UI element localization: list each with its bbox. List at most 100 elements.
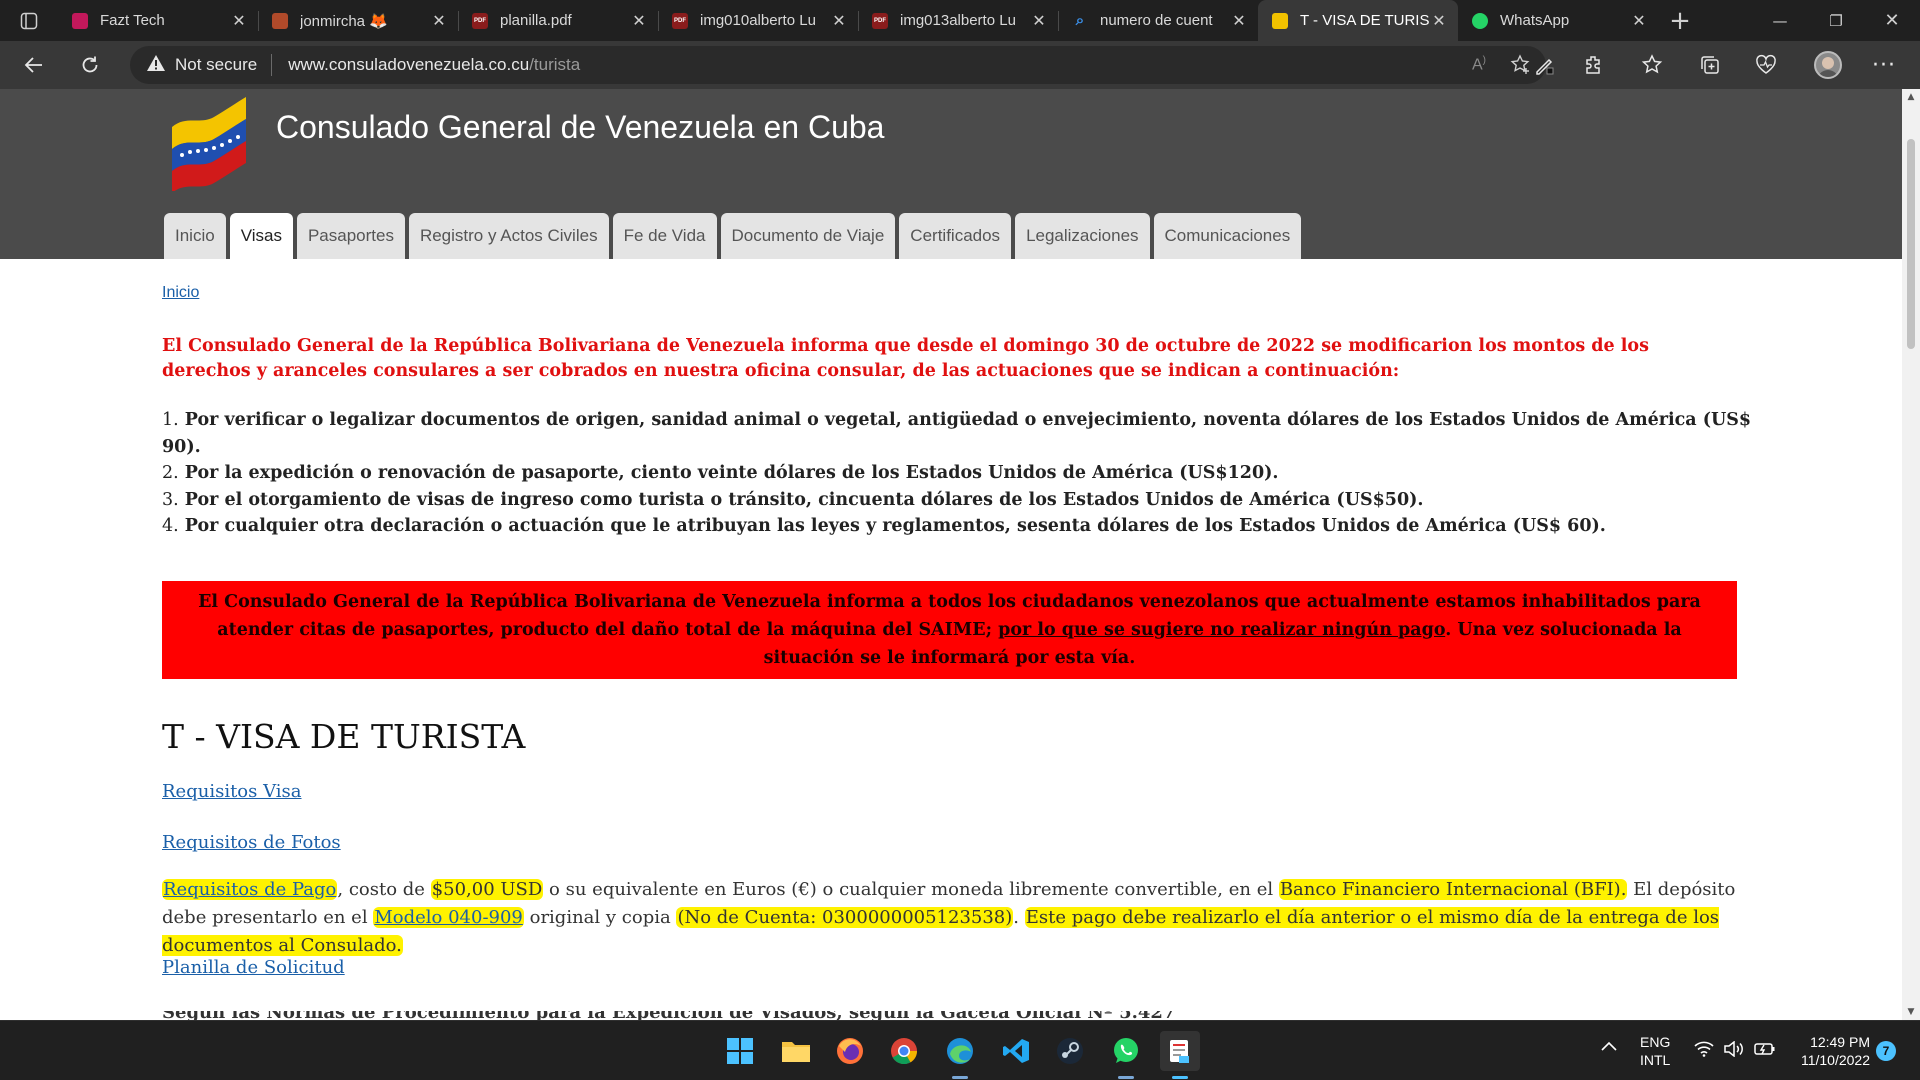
new-tab-button[interactable]: + [1658,0,1702,41]
collections-icon[interactable] [1692,47,1728,83]
refresh-icon[interactable] [72,47,108,83]
url-path: /turista [529,55,581,74]
url-text[interactable]: www.consuladovenezuela.co.cu/turista [288,55,580,75]
profile-avatar[interactable] [1810,47,1846,83]
close-tab-icon[interactable]: ✕ [430,11,448,31]
whatsapp-taskbar-icon[interactable] [1106,1031,1146,1079]
nav-tab[interactable]: Registro y Actos Civiles [408,213,609,259]
tab-title: jonmircha 🦊 [300,12,388,30]
fee-number: 4. [162,516,179,536]
browser-tab[interactable]: Fazt Tech ✕ [58,0,258,41]
scrollbar-thumb[interactable] [1907,139,1915,349]
fee-text: Por el otorgamiento de visas de ingreso … [184,489,1424,510]
extensions-icon[interactable] [1576,47,1612,83]
url-domain: www.consuladovenezuela.co.cu [288,55,530,74]
pen-extension-icon[interactable] [1526,47,1562,83]
close-tab-icon[interactable]: ✕ [230,11,248,31]
browser-essentials-icon[interactable] [1748,47,1784,83]
fee-number: 1. [162,410,179,430]
browser-tab[interactable]: ⌕ numero de cuent ✕ [1058,0,1258,41]
tab-actions-icon[interactable] [0,0,58,41]
chrome-icon[interactable] [884,1031,924,1071]
favorites-icon[interactable] [1634,47,1670,83]
tab-title: WhatsApp [1500,12,1570,29]
nav-tab[interactable]: Fe de Vida [612,213,717,259]
nav-tab[interactable]: Inicio [164,213,226,259]
venezuela-flag-logo [166,95,250,193]
close-tab-icon[interactable]: ✕ [1430,11,1448,31]
bank-name: Banco Financiero Internacional (BFI). [1278,879,1628,900]
start-icon[interactable] [720,1031,760,1071]
planilla-solicitud-link[interactable]: Planilla de Solicitud [162,957,345,978]
edge-icon[interactable] [940,1031,980,1079]
tab-title: img013alberto Lu [900,12,1016,29]
main-navigation: Inicio Visas Pasaportes Registro y Actos Ci… [164,213,1305,259]
scroll-up-icon[interactable]: ▲ [1902,92,1920,102]
clock[interactable]: 12:49 PM 11/10/2022 [1790,1033,1870,1069]
language-indicator[interactable]: ENG INTL [1640,1033,1670,1069]
close-tab-icon[interactable]: ✕ [1630,11,1648,31]
back-icon[interactable] [16,47,52,83]
nav-tab[interactable]: Comunicaciones [1153,213,1302,259]
scroll-down-icon[interactable]: ▼ [1902,1007,1920,1017]
close-tab-icon[interactable]: ✕ [630,11,648,31]
close-tab-icon[interactable]: ✕ [1230,11,1248,31]
jonmircha-icon [272,12,288,29]
nav-tab[interactable]: Certificados [899,213,1012,259]
close-tab-icon[interactable]: ✕ [1030,11,1048,31]
read-aloud-icon[interactable]: A) [1472,55,1486,74]
nav-tab[interactable]: Pasaportes [296,213,405,259]
security-indicator[interactable]: Not secure [146,54,257,77]
address-bar[interactable]: Not secure www.consuladovenezuela.co.cu/… [130,46,1546,84]
fee-text: Por cualquier otra declaración o actuaci… [184,516,1606,536]
breadcrumb-home-link[interactable]: Inicio [162,284,199,302]
modelo-link[interactable]: Modelo 040-909 [373,907,524,928]
tab-title: planilla.pdf [500,12,572,29]
browser-tab[interactable]: jonmircha 🦊 ✕ [258,0,458,41]
browser-tab[interactable]: T - VISA DE TURIS ✕ [1258,0,1458,41]
file-explorer-icon[interactable] [776,1031,816,1071]
requisitos-fotos-link[interactable]: Requisitos de Fotos [162,832,341,853]
restore-button[interactable]: ❐ [1808,0,1864,41]
vscode-icon[interactable] [996,1031,1036,1071]
fee-change-notice: El Consulado General de la República Bol… [162,336,1649,381]
pago-text-2: o su equivalente en Euros (€) o cualquie… [543,879,1279,900]
snipping-tool-icon[interactable] [1160,1031,1200,1079]
browser-tab[interactable]: PDF planilla.pdf ✕ [458,0,658,41]
clock-date: 11/10/2022 [1800,1052,1870,1068]
show-hidden-icons[interactable] [1600,1039,1618,1055]
whatsapp-icon [1472,12,1488,29]
fee-item: 3. Por el otorgamiento de visas de ingre… [162,487,1762,514]
pago-text-1: , costo de [337,879,431,900]
nav-tab[interactable]: Visas [229,213,293,259]
tab-title: Fazt Tech [100,12,165,29]
notification-badge[interactable]: 7 [1876,1041,1896,1061]
minimize-button[interactable]: — [1752,0,1808,41]
site-header: Consulado General de Venezuela en Cuba I… [0,89,1902,259]
browser-tab[interactable]: WhatsApp ✕ [1458,0,1658,41]
close-tab-icon[interactable]: ✕ [830,11,848,31]
pago-text-5: . [1013,907,1025,928]
clock-time: 12:49 PM [1810,1034,1870,1050]
requisitos-visa-link[interactable]: Requisitos Visa [162,781,302,802]
wifi-icon[interactable] [1694,1041,1714,1060]
battery-icon[interactable] [1754,1041,1776,1060]
web-page: Consulado General de Venezuela en Cuba I… [0,89,1902,1020]
browser-tab[interactable]: PDF img013alberto Lu ✕ [858,0,1058,41]
nav-tab[interactable]: Documento de Viaje [720,213,896,259]
keyboard-layout: INTL [1640,1052,1671,1068]
page-scrollbar[interactable]: ▲ ▼ [1902,89,1920,1020]
requisitos-pago-link[interactable]: Requisitos de Pago [162,879,338,900]
browser-tab-bar: Fazt Tech ✕ jonmircha 🦊 ✕ PDF planilla.pdf ✕ PD… [0,0,1920,41]
fazt-icon [72,12,88,29]
volume-icon[interactable] [1724,1040,1746,1060]
firefox-icon[interactable] [830,1031,870,1071]
pago-text-4: original y copia [523,907,677,928]
pdf-icon: PDF [472,12,488,29]
nav-tab[interactable]: Legalizaciones [1015,213,1150,259]
steam-icon[interactable] [1050,1031,1090,1071]
browser-tab[interactable]: PDF img010alberto Lu ✕ [658,0,858,41]
fee-number: 2. [162,463,179,483]
close-window-button[interactable]: ✕ [1864,0,1920,41]
more-menu-icon[interactable]: ··· [1866,47,1902,83]
